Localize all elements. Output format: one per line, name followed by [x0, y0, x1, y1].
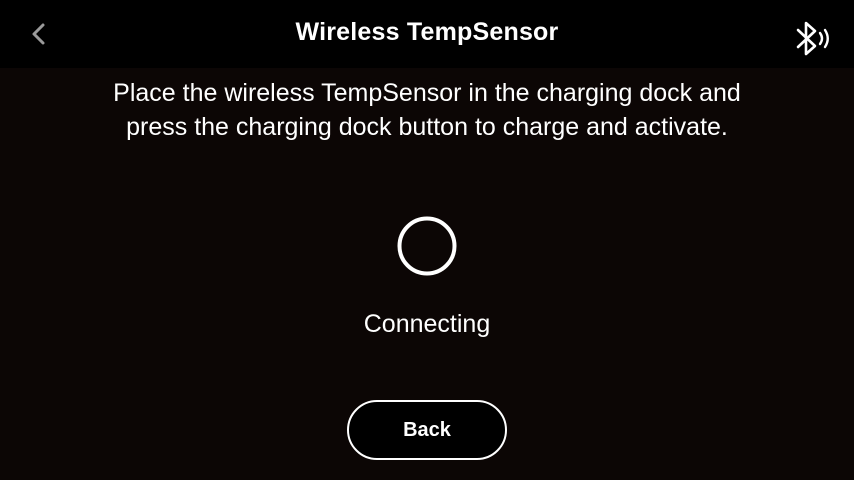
instructions-text: Place the wireless TempSensor in the cha…	[40, 76, 814, 144]
back-button[interactable]: Back	[347, 400, 507, 460]
loading-ring-icon	[396, 215, 458, 277]
instructions-line-2: press the charging dock button to charge…	[126, 113, 728, 141]
page-title: Wireless TempSensor	[295, 18, 559, 46]
bluetooth-signal-icon	[793, 20, 833, 58]
connection-status: Connecting	[363, 310, 491, 338]
screen: Wireless TempSensor Place the wireless T…	[0, 0, 854, 480]
instructions-line-1: Place the wireless TempSensor in the cha…	[113, 79, 741, 107]
header-bar: Wireless TempSensor	[0, 0, 854, 68]
